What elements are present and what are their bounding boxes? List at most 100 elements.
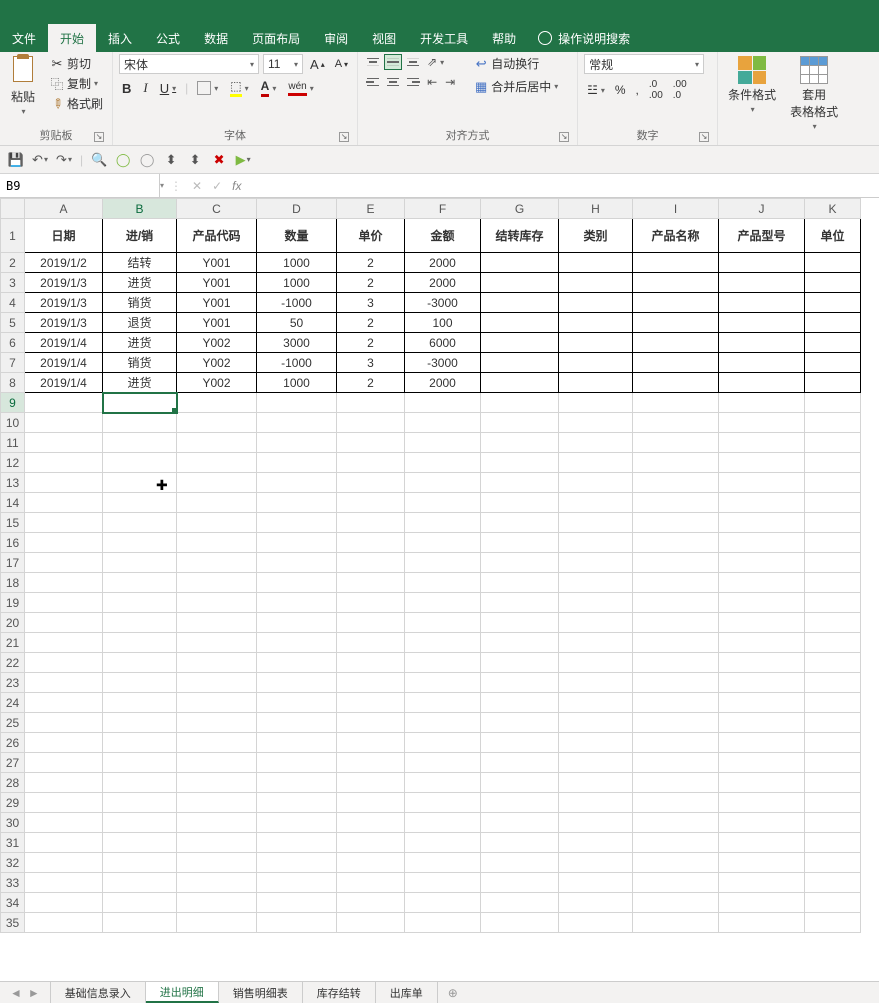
cell[interactable] (257, 473, 337, 493)
cell[interactable] (559, 373, 633, 393)
phonetic-button[interactable]: wén▾ (285, 80, 316, 97)
cell[interactable] (805, 333, 861, 353)
cell[interactable] (633, 753, 719, 773)
cell[interactable] (633, 373, 719, 393)
cell[interactable] (405, 793, 481, 813)
cell[interactable] (25, 913, 103, 933)
cell[interactable] (719, 633, 805, 653)
cell[interactable] (337, 633, 405, 653)
tab-layout[interactable]: 页面布局 (240, 24, 312, 52)
cell[interactable] (25, 453, 103, 473)
cell[interactable] (25, 853, 103, 873)
redo-button[interactable]: ↷▾ (56, 152, 72, 168)
cell[interactable]: Y002 (177, 373, 257, 393)
column-header[interactable]: H (559, 199, 633, 219)
cell[interactable] (25, 513, 103, 533)
cell[interactable] (633, 513, 719, 533)
cell[interactable] (481, 853, 559, 873)
tab-formula[interactable]: 公式 (144, 24, 192, 52)
cell[interactable] (559, 473, 633, 493)
cell[interactable] (481, 713, 559, 733)
cell[interactable] (257, 653, 337, 673)
cell[interactable] (805, 453, 861, 473)
cell[interactable] (405, 653, 481, 673)
row-header[interactable]: 8 (1, 373, 25, 393)
dialog-launcher-icon[interactable]: ↘ (559, 132, 569, 142)
row-header[interactable]: 27 (1, 753, 25, 773)
accounting-format-button[interactable]: ☳▾ (584, 82, 608, 98)
cell[interactable] (559, 413, 633, 433)
cell[interactable] (257, 753, 337, 773)
cell[interactable] (633, 453, 719, 473)
tell-me-search[interactable]: 操作说明搜索 (528, 24, 640, 52)
column-header[interactable]: F (405, 199, 481, 219)
cell[interactable] (481, 273, 559, 293)
cell[interactable] (719, 313, 805, 333)
cell[interactable]: 单价 (337, 219, 405, 253)
cell[interactable] (177, 793, 257, 813)
cell[interactable] (805, 693, 861, 713)
cell[interactable] (25, 533, 103, 553)
cell[interactable]: 退货 (103, 313, 177, 333)
column-header[interactable]: I (633, 199, 719, 219)
sort-asc-button[interactable]: ⬍ (163, 152, 179, 168)
font-size-combo[interactable]: 11▾ (263, 54, 303, 74)
cell[interactable]: 产品代码 (177, 219, 257, 253)
cell[interactable]: 2 (337, 373, 405, 393)
cell[interactable] (559, 333, 633, 353)
cell[interactable] (559, 753, 633, 773)
cell[interactable] (481, 793, 559, 813)
cell[interactable] (337, 753, 405, 773)
cell[interactable] (103, 453, 177, 473)
align-right-button[interactable] (404, 74, 422, 90)
cell[interactable] (719, 773, 805, 793)
cell[interactable] (405, 673, 481, 693)
merge-center-button[interactable]: ▦合并后居中▾ (470, 77, 561, 96)
cell[interactable] (337, 813, 405, 833)
cell[interactable] (405, 433, 481, 453)
cell[interactable] (633, 573, 719, 593)
cell[interactable] (719, 893, 805, 913)
cell[interactable]: Y001 (177, 273, 257, 293)
cell[interactable] (405, 393, 481, 413)
cell[interactable] (805, 273, 861, 293)
cell[interactable]: 结转库存 (481, 219, 559, 253)
cell[interactable] (481, 333, 559, 353)
cell[interactable] (25, 653, 103, 673)
cell[interactable] (25, 393, 103, 413)
row-header[interactable]: 4 (1, 293, 25, 313)
cell[interactable]: 2019/1/4 (25, 333, 103, 353)
cell[interactable]: 2 (337, 313, 405, 333)
cell[interactable] (405, 513, 481, 533)
row-header[interactable]: 14 (1, 493, 25, 513)
cell[interactable] (257, 633, 337, 653)
cell[interactable] (337, 693, 405, 713)
cell[interactable] (103, 853, 177, 873)
cell[interactable] (481, 413, 559, 433)
cell[interactable] (25, 873, 103, 893)
cell[interactable] (177, 553, 257, 573)
cell[interactable] (559, 893, 633, 913)
cell[interactable]: 2019/1/4 (25, 373, 103, 393)
cell[interactable] (257, 433, 337, 453)
cell[interactable] (805, 773, 861, 793)
orientation-button[interactable]: ⇗▾ (424, 54, 447, 70)
cell[interactable] (177, 753, 257, 773)
cell[interactable] (633, 533, 719, 553)
cell[interactable]: 2 (337, 333, 405, 353)
cell[interactable] (337, 593, 405, 613)
sheet-nav-next-button[interactable]: ► (28, 986, 40, 1000)
cell[interactable] (481, 433, 559, 453)
cell[interactable]: 2000 (405, 373, 481, 393)
cell[interactable] (805, 533, 861, 553)
cell[interactable] (481, 513, 559, 533)
cell[interactable] (257, 413, 337, 433)
cell[interactable] (103, 653, 177, 673)
cell[interactable]: 3000 (257, 333, 337, 353)
cell[interactable] (559, 493, 633, 513)
cell[interactable] (805, 653, 861, 673)
cell[interactable] (337, 673, 405, 693)
cell[interactable] (633, 553, 719, 573)
row-header[interactable]: 6 (1, 333, 25, 353)
cell[interactable] (481, 613, 559, 633)
